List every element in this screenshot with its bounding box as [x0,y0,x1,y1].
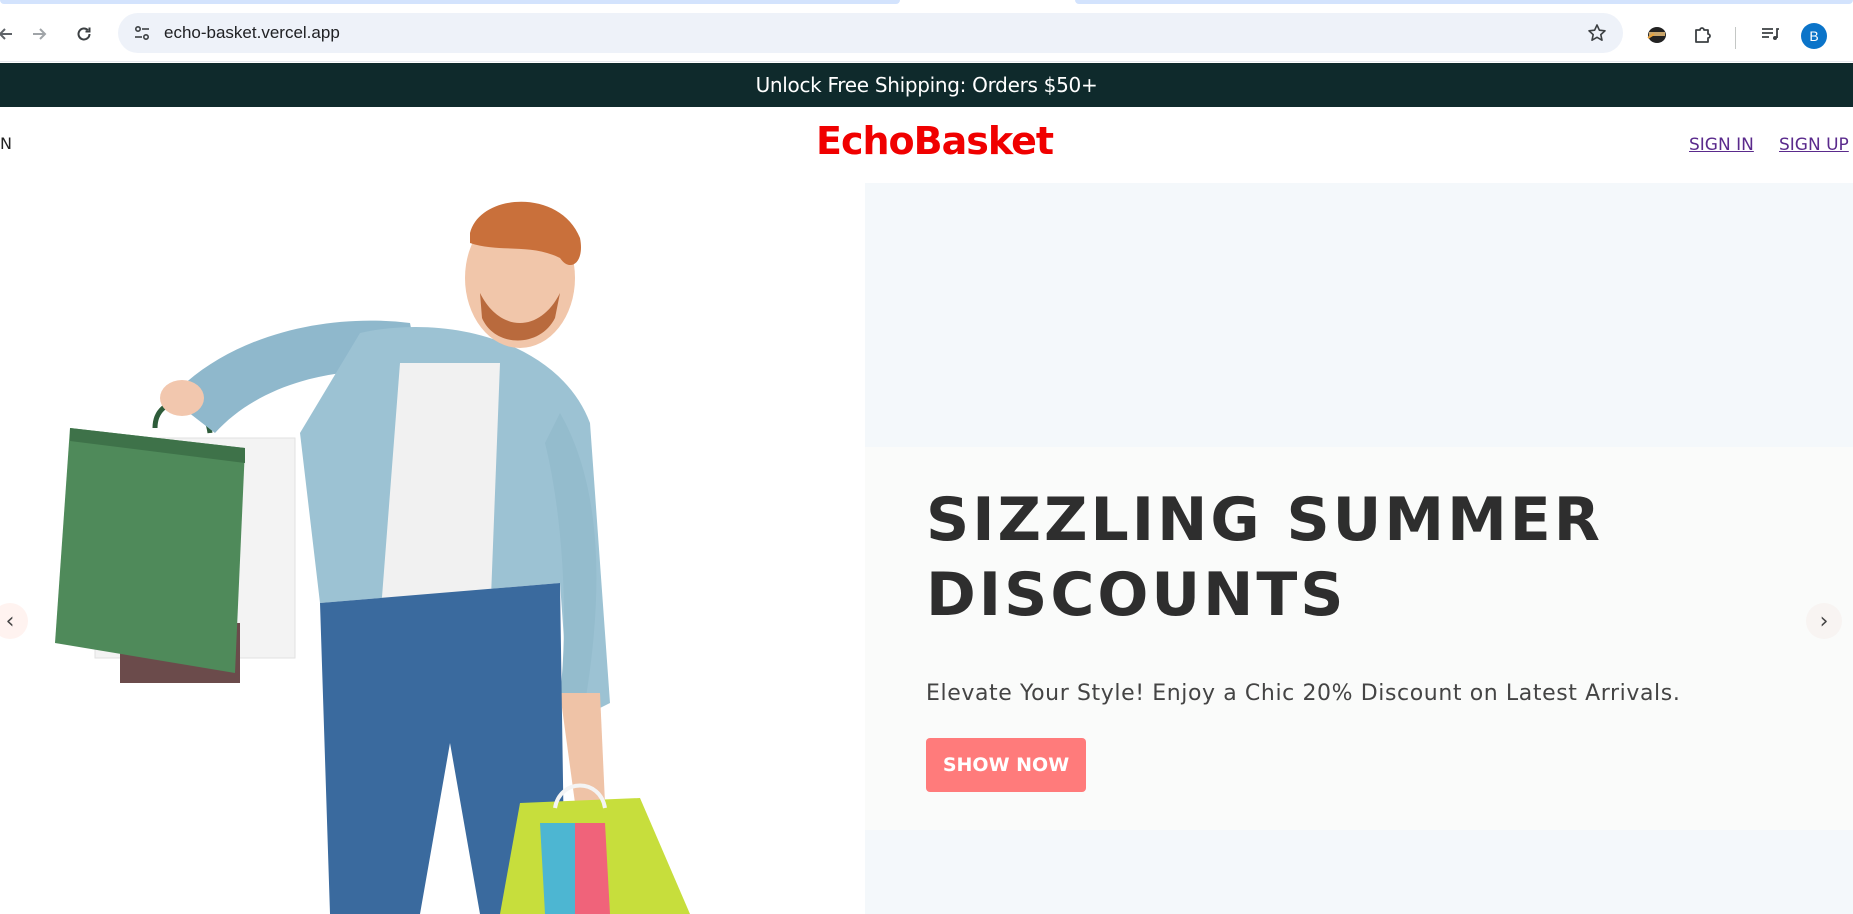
ninja-extension-button[interactable] [1642,19,1672,49]
hero-headline-line-1: SIZZLING SUMMER [926,485,1603,555]
url-text[interactable]: echo-basket.vercel.app [164,23,340,43]
media-queue-icon [1762,28,1779,40]
profile-avatar[interactable]: B [1801,23,1827,49]
chevron-left-icon: ‹ [5,608,15,634]
bookmark-button[interactable] [1585,21,1609,45]
site-header: N EchoBasket SIGN IN SIGN UP [0,107,1853,183]
arrow-left-icon [0,28,12,40]
reload-icon [77,27,91,41]
ninja-extension-icon [1647,27,1666,43]
nav-link-cut[interactable]: N [0,134,12,153]
address-bar[interactable]: echo-basket.vercel.app [118,13,1623,53]
reload-button[interactable] [68,18,100,50]
shopper-illustration [55,201,690,914]
forward-button[interactable] [23,18,55,50]
extensions-button[interactable] [1688,19,1718,49]
tune-icon [134,25,150,41]
hero-subtitle: Elevate Your Style! Enjoy a Chic 20% Dis… [926,681,1681,706]
arrow-right-icon [33,28,47,40]
hero-headline-line-2: DISCOUNTS [926,560,1347,630]
carousel-next-button[interactable]: › [1806,603,1842,639]
back-button[interactable] [0,18,22,50]
media-button[interactable] [1755,19,1785,49]
toolbar-divider [1735,27,1736,49]
site-info-button[interactable] [130,21,154,45]
star-icon [1588,24,1606,41]
hero-headline: SIZZLING SUMMER DISCOUNTS [926,483,1686,633]
chevron-right-icon: › [1819,608,1829,634]
show-now-button[interactable]: SHOW NOW [926,738,1086,792]
hero-carousel: SIZZLING SUMMER DISCOUNTS Elevate Your S… [0,183,1853,914]
hero-image-man-with-shopping-bags [0,183,865,914]
sign-in-link[interactable]: SIGN IN [1689,135,1754,155]
puzzle-icon [1695,27,1711,43]
site-logo[interactable]: EchoBasket [816,119,1054,163]
announcement-bar: Unlock Free Shipping: Orders $50+ [0,63,1853,107]
announcement-text: Unlock Free Shipping: Orders $50+ [755,73,1098,97]
browser-toolbar: echo-basket.vercel.app B [0,4,1853,62]
sign-up-link[interactable]: SIGN UP [1779,135,1849,155]
